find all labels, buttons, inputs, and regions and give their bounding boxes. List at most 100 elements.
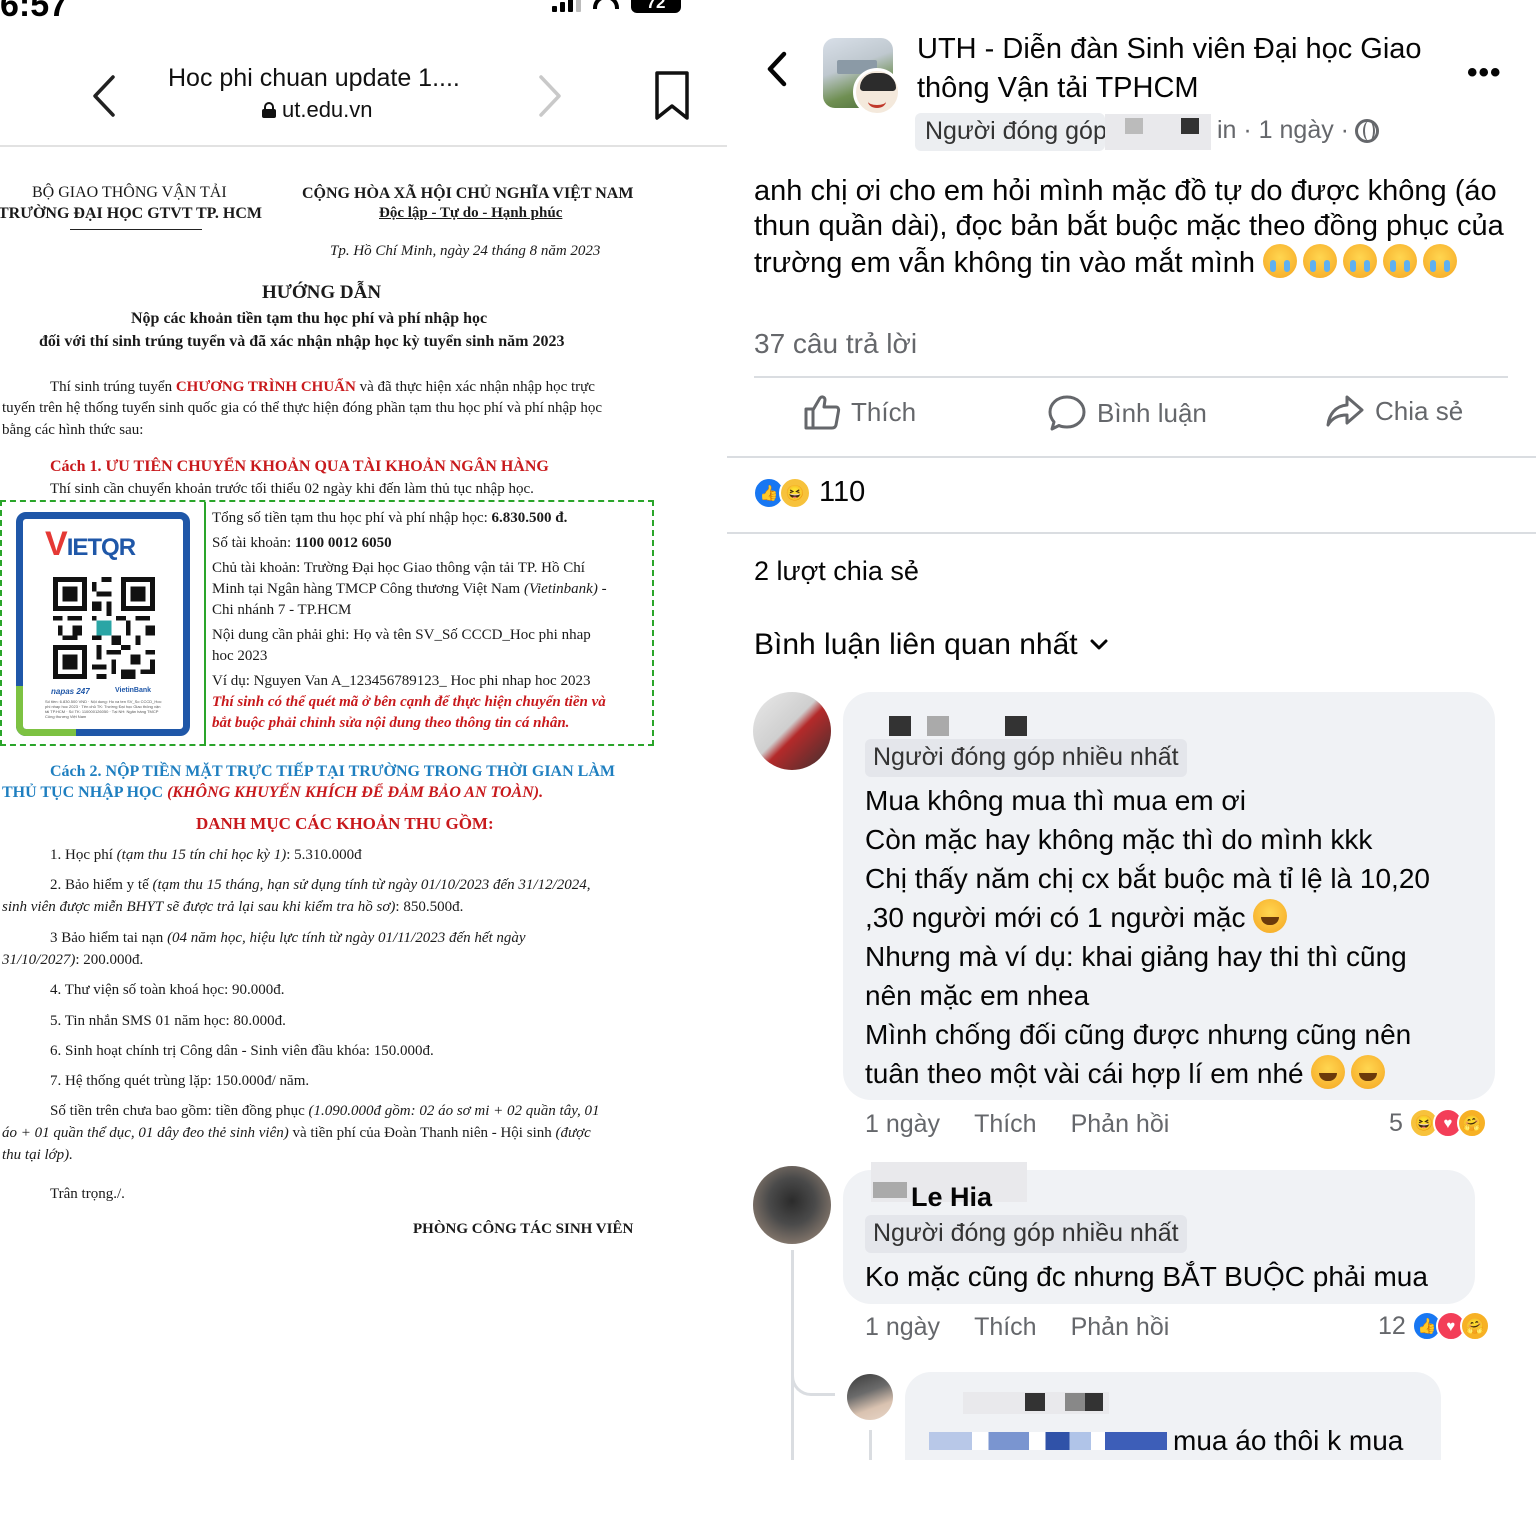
redacted-mention — [929, 1432, 1167, 1450]
total-label: Tổng số tiền tạm thu học phí và phí nhập… — [212, 510, 492, 526]
doc-university: TRƯỜNG ĐẠI HỌC GTVT TP. HCM — [0, 205, 263, 222]
sort-label: Bình luận liên quan nhất — [754, 628, 1078, 661]
commenter-avatar[interactable] — [753, 1166, 831, 1244]
reply-text: mua áo thôi k mua — [1173, 1425, 1404, 1456]
doc-subheading-1: Nộp các khoản tiền tạm thu học phí và ph… — [131, 310, 488, 327]
share-count[interactable]: 2 lượt chia sẻ — [754, 556, 919, 587]
doc-item-3b: 31/10/2027): 200.000đ. — [2, 950, 143, 971]
payment-warning-1: Thí sinh có thể quét mã ở bên cạnh để th… — [212, 694, 606, 710]
comment-text: Mua không mua thì mua em ơi Còn mặc hay … — [865, 781, 1485, 1093]
comment-contributor-badge: Người đóng góp nhiều nhất — [865, 739, 1187, 777]
bookmark-button[interactable] — [654, 70, 690, 127]
doc-note-2: áo + 01 quần thể dục, 01 dây đeo thẻ sin… — [2, 1123, 591, 1144]
item-2-label: 2. Bảo hiểm y tế — [50, 877, 153, 893]
redacted-block — [1065, 1393, 1085, 1411]
share-button[interactable]: Chia sẻ — [1325, 394, 1463, 428]
method-2-warning: (KHÔNG KHUYẾN KHÍCH ĐỂ ĐẢM BẢO AN TOÀN). — [167, 784, 544, 801]
crying-emoji-icon — [1343, 244, 1378, 278]
note-1-detail: (1.090.000đ gồm: 02 áo sơ mi + 02 quần t… — [308, 1103, 600, 1119]
doc-intro-3: bằng các hình thức sau: — [2, 422, 144, 438]
doc-closing: Trân trọng./. — [50, 1186, 125, 1202]
back-button[interactable] — [84, 72, 124, 120]
intro-highlight: CHƯƠNG TRÌNH CHUẨN — [175, 379, 356, 395]
payment-total: Tổng số tiền tạm thu học phí và phí nhập… — [212, 508, 652, 529]
fb-back-button[interactable] — [765, 50, 789, 93]
group-name[interactable]: UTH - Diễn đàn Sinh viên Đại học Giao th… — [917, 30, 1437, 108]
payment-example: Ví dụ: Nguyen Van A_123456789123_ Hoc ph… — [212, 673, 591, 689]
chevron-down-icon — [1090, 639, 1108, 650]
redacted-block — [927, 716, 949, 736]
item-3-detail: (04 năm học, hiệu lực tính từ ngày 01/11… — [167, 930, 526, 946]
chevron-right-icon — [539, 75, 561, 117]
doc-item-2b: sinh viên được miễn BHYT sẽ được trả lại… — [2, 897, 463, 918]
note-2-detail: áo + 01 quần thể dục, 01 dây đeo thẻ sin… — [2, 1125, 289, 1141]
method-2-text: THỦ TỤC NHẬP HỌC — [2, 784, 168, 801]
comment-reply-button[interactable]: Phản hồi — [1071, 1313, 1170, 1342]
more-options-icon[interactable]: ••• — [1467, 56, 1502, 90]
item-1-label: 1. Học phí — [50, 847, 117, 863]
commenter-name-partial[interactable]: Le Hia — [911, 1180, 1007, 1208]
payment-content-2: hoc 2023 — [212, 648, 268, 664]
reaction-total: 110 — [819, 476, 866, 508]
payment-holder-1: Chủ tài khoản: Trường Đại học Giao thông… — [212, 560, 585, 576]
doc-date: Tp. Hồ Chí Minh, ngày 24 tháng 8 năm 202… — [330, 243, 601, 259]
crying-emoji-icon — [1263, 244, 1298, 278]
comment-reactions[interactable]: 12 👍 ♥ 🤗 — [1378, 1311, 1490, 1341]
doc-item-2: 2. Bảo hiểm y tế (tạm thu 15 tháng, hạn … — [50, 875, 591, 896]
crying-emoji-icon — [1303, 244, 1338, 278]
pdf-viewer-panel: 6:57 72 Hoc phi chuan update 1.... ut.ed… — [0, 0, 727, 1517]
url-bar[interactable]: ut.edu.vn — [262, 97, 373, 123]
comment-text: Ko mặc cũng đc nhưng BẮT BUỘC phải mua — [865, 1261, 1428, 1292]
doc-item-7: 7. Hệ thống quét trùng lặp: 150.000đ/ nă… — [50, 1073, 310, 1089]
comment-button[interactable]: Bình luận — [1047, 394, 1207, 432]
toolbar-divider — [0, 145, 727, 147]
total-value: 6.830.500 đ. — [491, 510, 568, 526]
doc-method-1: Cách 1. ƯU TIÊN CHUYỂN KHOẢN QUA TÀI KHO… — [50, 458, 549, 475]
comment-reactions[interactable]: 5 😆 ♥ 🤗 — [1389, 1108, 1487, 1138]
doc-intro-2: tuyến trên hệ thống tuyển sinh quốc gia … — [2, 400, 603, 416]
comment-like-button[interactable]: Thích — [974, 1110, 1037, 1139]
payment-info: Tổng số tiền tạm thu học phí và phí nhập… — [212, 508, 652, 734]
url-text: ut.edu.vn — [282, 97, 373, 122]
crying-emoji-icon — [1383, 244, 1418, 278]
comment-like-button[interactable]: Thích — [974, 1313, 1037, 1342]
reply-count[interactable]: 37 câu trả lời — [754, 328, 917, 360]
like-button[interactable]: Thích — [803, 394, 916, 430]
forward-button[interactable] — [530, 72, 570, 120]
vietqr-logo-text: IETQR — [66, 534, 136, 561]
intro-text: Thí sinh trúng tuyển — [50, 379, 176, 395]
reaction-summary[interactable]: 👍 😆 110 — [753, 476, 865, 509]
doc-item-6: 6. Sinh hoạt chính trị Công dân - Sinh v… — [50, 1043, 434, 1059]
rofl-emoji-icon — [1351, 1055, 1386, 1089]
author-avatar[interactable] — [853, 68, 901, 116]
redacted-block — [873, 1182, 907, 1198]
item-2-detail: (tạm thu 15 tháng, hạn sử dụng tính từ n… — [152, 877, 591, 893]
item-3-label: 3 Bảo hiểm tai nạn — [50, 930, 168, 946]
rofl-emoji-icon — [1253, 899, 1288, 933]
holder-text: Minh tại Ngân hàng TMCP Công thương Việt… — [212, 581, 524, 597]
comment-sort-dropdown[interactable]: Bình luận liên quan nhất — [754, 628, 1108, 662]
doc-method-2-2: THỦ TỤC NHẬP HỌC (KHÔNG KHUYẾN KHÍCH ĐỂ … — [2, 784, 543, 802]
doc-republic: CỘNG HÒA XÃ HỘI CHỦ NGHĨA VIỆT NAM — [302, 185, 634, 202]
status-time: 6:57 — [0, 0, 69, 24]
account-value: 1100 0012 6050 — [294, 535, 392, 551]
doc-method-2-1: Cách 2. NỘP TIỀN MẶT TRỰC TIẾP TẠI TRƯỜN… — [50, 763, 615, 780]
care-reaction-icon: 🤗 — [1459, 1311, 1490, 1341]
doc-item-1: 1. Học phí (tạm thu 15 tín chỉ học kỳ 1)… — [50, 845, 362, 866]
account-label: Số tài khoản: — [212, 535, 295, 551]
facebook-post-panel: UTH - Diễn đàn Sinh viên Đại học Giao th… — [727, 0, 1536, 1517]
comment-time: 1 ngày — [865, 1313, 941, 1341]
globe-icon — [1355, 118, 1380, 143]
commenter-name: Le Hia — [911, 1182, 993, 1208]
crying-emoji-icon — [1423, 244, 1458, 278]
doc-underline — [70, 229, 202, 230]
comment-meta: 1 ngày Thích Phản hồi — [865, 1313, 1169, 1342]
comment-meta: 1 ngày Thích Phản hồi — [865, 1110, 1169, 1139]
status-icons: 72 — [552, 0, 681, 14]
battery-icon: 72 — [631, 0, 681, 13]
comment-reply-button[interactable]: Phản hồi — [1071, 1110, 1170, 1139]
reply-avatar[interactable] — [847, 1374, 893, 1420]
commenter-avatar[interactable] — [753, 692, 831, 770]
redacted-block — [1085, 1393, 1103, 1411]
thumbs-up-icon — [804, 395, 841, 430]
